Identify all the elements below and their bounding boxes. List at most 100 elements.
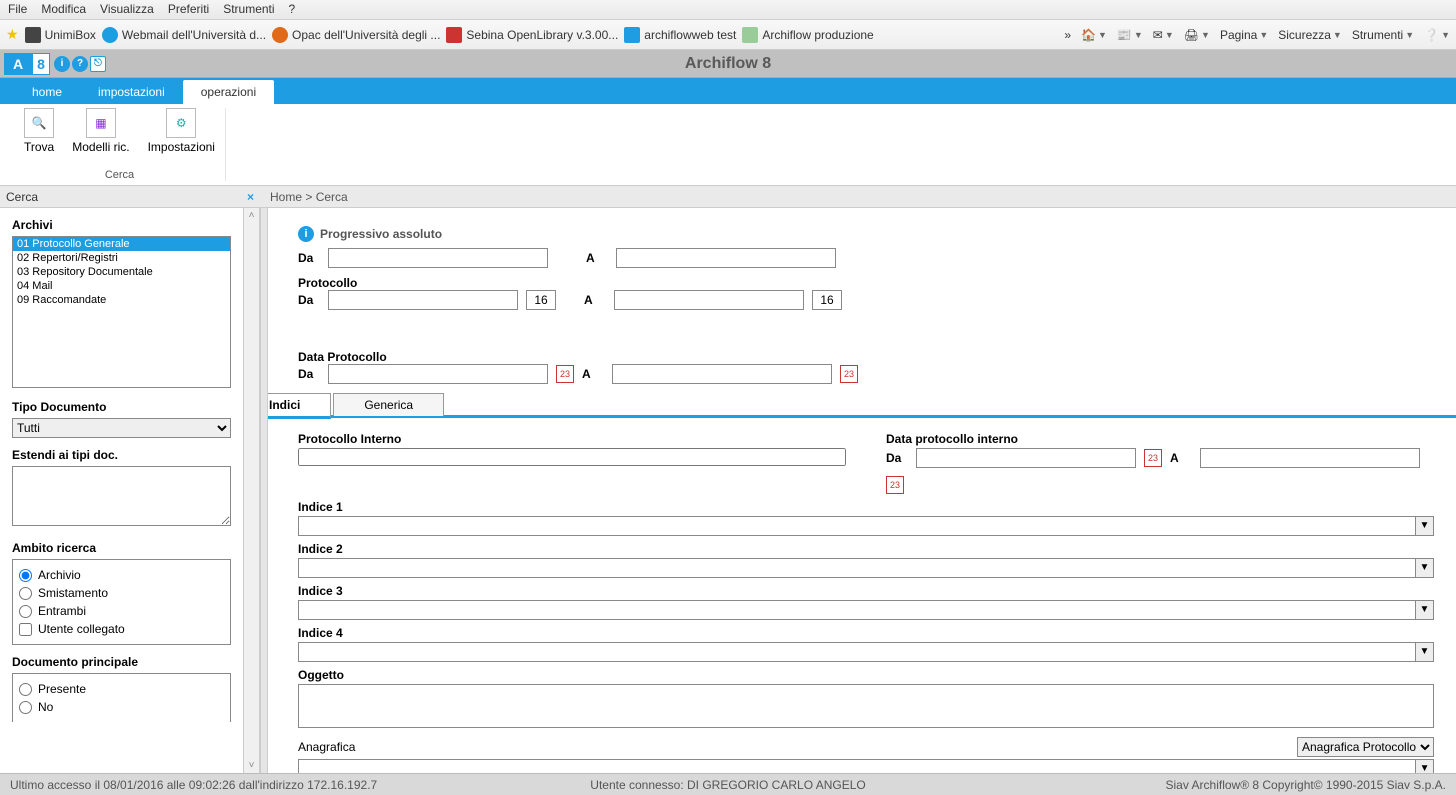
info-icon[interactable]: i bbox=[54, 56, 70, 72]
proto-a-input[interactable] bbox=[614, 290, 804, 310]
bookmark-unimibox[interactable]: UnimiBox bbox=[25, 27, 96, 43]
anagrafica-select[interactable]: Anagrafica Protocollo bbox=[1297, 737, 1434, 757]
subtab-indici[interactable]: Indici bbox=[268, 393, 331, 419]
calendar-icon[interactable]: 23 bbox=[556, 365, 574, 383]
tipo-doc-label: Tipo Documento bbox=[12, 400, 231, 414]
protocollo-label: Protocollo bbox=[298, 276, 842, 290]
dpi-a-label: A bbox=[1170, 451, 1192, 465]
calendar-icon[interactable]: 23 bbox=[840, 365, 858, 383]
archivi-listbox[interactable]: 01 Protocollo Generale 02 Repertori/Regi… bbox=[12, 236, 231, 388]
proto-da-input[interactable] bbox=[328, 290, 518, 310]
ambito-smistamento[interactable]: Smistamento bbox=[19, 584, 224, 602]
dataproto-a-input[interactable] bbox=[612, 364, 832, 384]
oggetto-textarea[interactable] bbox=[298, 684, 1434, 728]
breadcrumb-row: Cerca × Home > Cerca bbox=[0, 186, 1456, 208]
archivi-item-02[interactable]: 02 Repertori/Registri bbox=[13, 251, 230, 265]
indice4-label: Indice 4 bbox=[298, 626, 1434, 640]
indice2-label: Indice 2 bbox=[298, 542, 1434, 556]
home-dropdown[interactable]: 🏠▼ bbox=[1081, 28, 1107, 42]
estendi-textarea[interactable] bbox=[12, 466, 231, 526]
proto-da-year[interactable] bbox=[526, 290, 556, 310]
doc-princ-presente[interactable]: Presente bbox=[19, 680, 224, 698]
ribbon-impostazioni[interactable]: ⚙ Impostazioni bbox=[148, 108, 215, 167]
ambito-utente[interactable]: Utente collegato bbox=[19, 620, 224, 638]
status-bar: Ultimo accesso il 08/01/2016 alle 09:02:… bbox=[0, 773, 1456, 795]
prog-a-input[interactable] bbox=[616, 248, 836, 268]
ribbon-trova-label: Trova bbox=[24, 140, 54, 154]
close-panel-icon[interactable]: × bbox=[247, 190, 254, 204]
anagrafica-dropdown[interactable]: ▼ bbox=[1416, 759, 1434, 773]
print-dropdown[interactable]: 🖨▼ bbox=[1184, 28, 1210, 42]
bookmark-archiflow-test[interactable]: archiflowweb test bbox=[624, 27, 736, 43]
calendar-icon[interactable]: 23 bbox=[1144, 449, 1162, 467]
status-user: Utente connesso: DI GREGORIO CARLO ANGEL… bbox=[590, 778, 865, 792]
menu-modifica[interactable]: Modifica bbox=[41, 2, 86, 17]
breadcrumb-cerca[interactable]: Cerca bbox=[316, 190, 348, 204]
bookmark-sebina[interactable]: Sebina OpenLibrary v.3.00... bbox=[446, 27, 618, 43]
prot-interno-input[interactable] bbox=[298, 448, 846, 466]
calendar-icon[interactable]: 23 bbox=[886, 476, 904, 494]
page-dropdown[interactable]: Pagina▼ bbox=[1220, 28, 1268, 42]
indice1-dropdown[interactable]: ▼ bbox=[1416, 516, 1434, 536]
tab-impostazioni[interactable]: impostazioni bbox=[80, 80, 183, 104]
bookmark-opac[interactable]: Opac dell'Università degli ... bbox=[272, 27, 440, 43]
indice3-input[interactable] bbox=[298, 600, 1416, 620]
dataproto-da-input[interactable] bbox=[328, 364, 548, 384]
sidebar-scroll-up-icon[interactable]: ˄ bbox=[249, 210, 255, 221]
archivi-item-03[interactable]: 03 Repository Documentale bbox=[13, 265, 230, 279]
ribbon-modelli[interactable]: ▦ Modelli ric. bbox=[72, 108, 129, 167]
indice3-dropdown[interactable]: ▼ bbox=[1416, 600, 1434, 620]
indice1-input[interactable] bbox=[298, 516, 1416, 536]
security-dropdown[interactable]: Sicurezza▼ bbox=[1278, 28, 1342, 42]
ribbon-trova[interactable]: 🔍 Trova bbox=[24, 108, 54, 167]
ambito-entrambi[interactable]: Entrambi bbox=[19, 602, 224, 620]
proto-a-year[interactable] bbox=[812, 290, 842, 310]
subtab-generica[interactable]: Generica bbox=[333, 393, 444, 416]
help-icon[interactable]: ? bbox=[72, 56, 88, 72]
prog-da-input[interactable] bbox=[328, 248, 548, 268]
doc-princ-no[interactable]: No bbox=[19, 698, 224, 716]
menu-file[interactable]: File bbox=[8, 2, 27, 17]
status-copyright: Siav Archiflow® 8 Copyright© 1990-2015 S… bbox=[1166, 778, 1447, 792]
sidebar-scroll-down-icon[interactable]: ˅ bbox=[249, 760, 255, 771]
dpi-da-input[interactable] bbox=[916, 448, 1136, 468]
indice4-dropdown[interactable]: ▼ bbox=[1416, 642, 1434, 662]
tipo-doc-select[interactable]: Tutti bbox=[12, 418, 231, 438]
indice4-input[interactable] bbox=[298, 642, 1416, 662]
tab-operazioni[interactable]: operazioni bbox=[183, 80, 274, 104]
menu-preferiti[interactable]: Preferiti bbox=[168, 2, 209, 17]
dataproto-a-label: A bbox=[582, 367, 604, 381]
dpi-a-input[interactable] bbox=[1200, 448, 1420, 468]
search-doc-icon: 🔍 bbox=[24, 108, 54, 138]
indice2-input[interactable] bbox=[298, 558, 1416, 578]
archivi-item-09[interactable]: 09 Raccomandate bbox=[13, 293, 230, 307]
overflow-icon[interactable]: » bbox=[1064, 28, 1071, 42]
data-proto-label: Data Protocollo bbox=[298, 350, 858, 364]
logout-icon[interactable]: ⎋ bbox=[90, 56, 106, 72]
breadcrumb: Home > Cerca bbox=[260, 190, 348, 204]
menu-visualizza[interactable]: Visualizza bbox=[100, 2, 154, 17]
mail-button[interactable]: ✉▼ bbox=[1153, 28, 1174, 42]
menu-strumenti[interactable]: Strumenti bbox=[223, 2, 274, 17]
anagrafica-textarea[interactable] bbox=[298, 759, 1416, 773]
splitter[interactable] bbox=[260, 208, 268, 773]
indice2-dropdown[interactable]: ▼ bbox=[1416, 558, 1434, 578]
status-last-access: Ultimo accesso il 08/01/2016 alle 09:02:… bbox=[10, 778, 377, 792]
archivi-item-04[interactable]: 04 Mail bbox=[13, 279, 230, 293]
ambito-archivio[interactable]: Archivio bbox=[19, 566, 224, 584]
ribbon-group-label: Cerca bbox=[105, 169, 134, 181]
menu-help[interactable]: ? bbox=[289, 2, 296, 17]
tab-home[interactable]: home bbox=[14, 80, 80, 104]
bookmark-webmail[interactable]: Webmail dell'Università d... bbox=[102, 27, 266, 43]
main-tabs: home impostazioni operazioni bbox=[0, 78, 1456, 104]
feeds-dropdown[interactable]: 📰▼ bbox=[1117, 28, 1143, 42]
info-icon[interactable]: i bbox=[298, 226, 314, 242]
help-dropdown[interactable]: ❔▼ bbox=[1424, 28, 1450, 42]
favorites-star-icon[interactable]: ★ bbox=[6, 26, 19, 43]
breadcrumb-home[interactable]: Home bbox=[270, 190, 302, 204]
archivi-item-01[interactable]: 01 Protocollo Generale bbox=[13, 237, 230, 251]
dataproto-da-label: Da bbox=[298, 367, 320, 381]
ambito-label: Ambito ricerca bbox=[12, 541, 231, 555]
tools-dropdown[interactable]: Strumenti▼ bbox=[1352, 28, 1414, 42]
bookmark-archiflow-prod[interactable]: Archiflow produzione bbox=[742, 27, 873, 43]
